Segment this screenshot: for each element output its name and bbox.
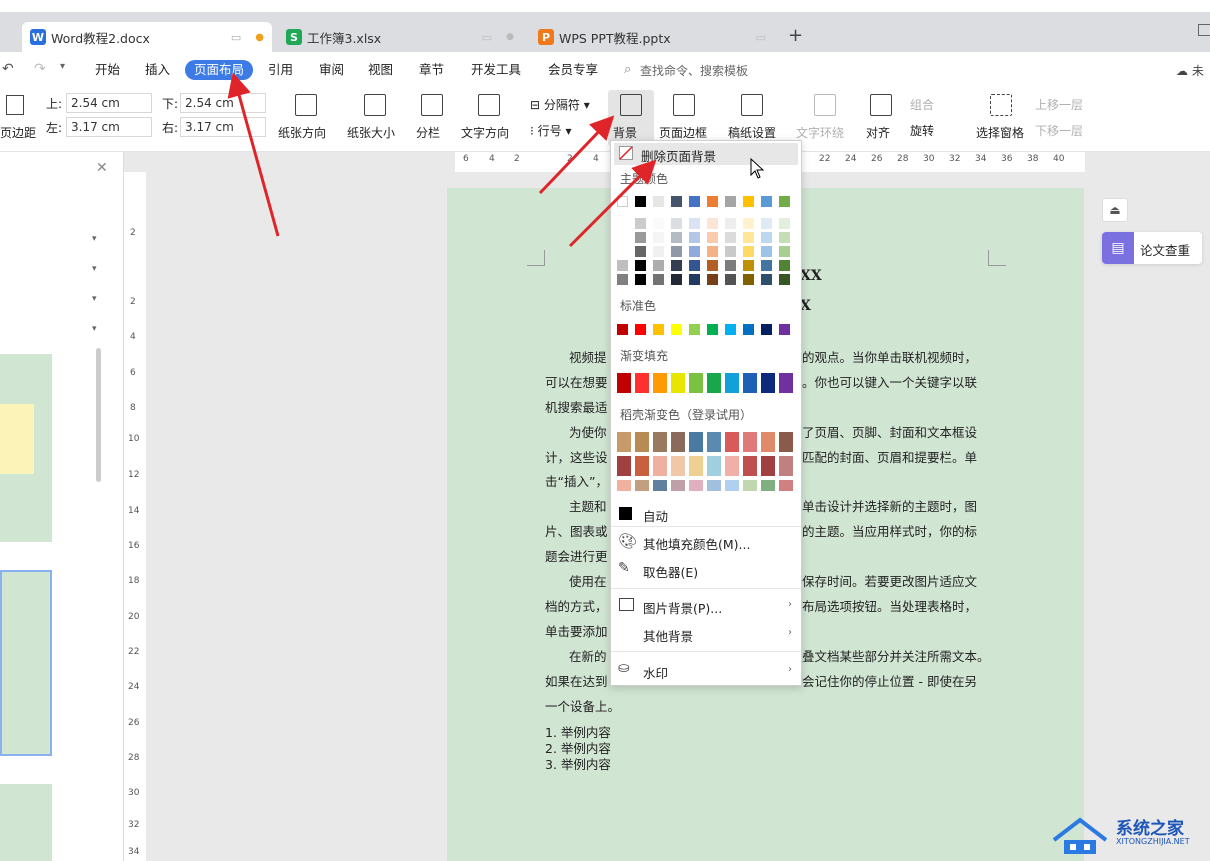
site-url: XITONGZHIJIA.NET	[1116, 837, 1190, 846]
annotation-arrows	[227, 72, 657, 248]
house-logo-icon	[1052, 817, 1108, 854]
arrow-to-page-layout	[227, 72, 280, 237]
arrow-to-remove-bg	[568, 159, 657, 248]
site-watermark: 系统之家 XITONGZHIJIA.NET	[1050, 812, 1210, 861]
site-name: 系统之家	[1116, 819, 1184, 839]
arrow-to-background	[538, 115, 615, 195]
